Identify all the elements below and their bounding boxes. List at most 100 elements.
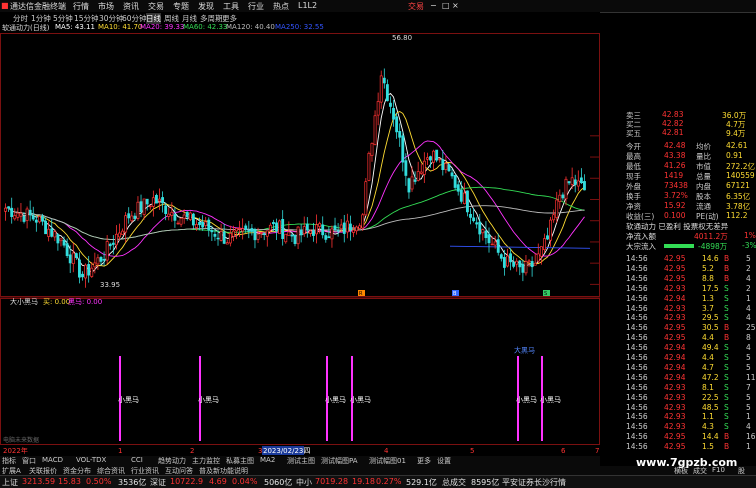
candle-body[interactable]: [475, 222, 479, 225]
candle-body[interactable]: [158, 198, 161, 202]
candle-body[interactable]: [216, 237, 220, 240]
indicator-tab[interactable]: CCI: [131, 456, 143, 464]
candle-body[interactable]: [536, 253, 540, 262]
candle-body[interactable]: [198, 222, 201, 226]
candle-body[interactable]: [50, 228, 54, 237]
candle-body[interactable]: [315, 224, 318, 235]
candle-body[interactable]: [376, 101, 380, 116]
candle-body[interactable]: [336, 230, 340, 232]
candle-body[interactable]: [281, 219, 285, 239]
candle-body[interactable]: [438, 158, 442, 161]
candle-body[interactable]: [210, 230, 214, 233]
candle-body[interactable]: [7, 206, 11, 209]
candle-body[interactable]: [225, 242, 229, 245]
candle-body[interactable]: [558, 194, 562, 202]
candle-body[interactable]: [231, 230, 235, 237]
candle-body[interactable]: [139, 201, 143, 213]
candle-body[interactable]: [509, 253, 512, 263]
candle-body[interactable]: [53, 231, 57, 238]
candle-body[interactable]: [284, 233, 288, 243]
candle-body[interactable]: [81, 273, 84, 278]
candle-body[interactable]: [361, 214, 365, 229]
candle-body[interactable]: [401, 135, 405, 163]
indicator-tab[interactable]: 私募主图: [226, 456, 254, 466]
candle-body[interactable]: [502, 257, 506, 268]
candle-body[interactable]: [512, 261, 516, 267]
candle-body[interactable]: [524, 261, 528, 274]
sh-index-name[interactable]: 上证: [2, 477, 18, 488]
candle-body[interactable]: [364, 181, 368, 216]
candle-body[interactable]: [59, 238, 63, 242]
candle-body[interactable]: [244, 225, 248, 231]
candle-body[interactable]: [22, 215, 26, 222]
candle-body[interactable]: [321, 224, 325, 236]
indicator-tab[interactable]: 指标: [2, 456, 16, 466]
candle-body[interactable]: [407, 178, 411, 193]
candle-body[interactable]: [441, 159, 445, 170]
candle-body[interactable]: [570, 177, 574, 185]
candle-body[interactable]: [268, 224, 272, 231]
candle-body[interactable]: [105, 241, 109, 261]
candle-body[interactable]: [256, 233, 260, 240]
minimize-button[interactable]: −: [430, 1, 437, 10]
menu-topic[interactable]: 专题: [173, 1, 189, 12]
candle-body[interactable]: [539, 246, 543, 257]
candle-body[interactable]: [543, 238, 546, 250]
candle-body[interactable]: [161, 197, 165, 204]
candle-body[interactable]: [25, 208, 29, 221]
candle-body[interactable]: [398, 131, 402, 138]
candle-body[interactable]: [207, 219, 211, 231]
candle-body[interactable]: [435, 149, 439, 161]
candle-body[interactable]: [265, 230, 269, 237]
candle-body[interactable]: [262, 233, 266, 235]
candle-body[interactable]: [213, 233, 217, 237]
candle-body[interactable]: [93, 262, 97, 268]
candle-body[interactable]: [342, 222, 346, 234]
candle-body[interactable]: [308, 230, 312, 234]
candle-body[interactable]: [278, 220, 282, 234]
candle-body[interactable]: [404, 160, 408, 176]
candle-body[interactable]: [324, 235, 328, 240]
candle-body[interactable]: [179, 217, 183, 225]
candle-body[interactable]: [499, 254, 503, 259]
indicator-tab[interactable]: VOL-TDX: [76, 456, 106, 464]
candle-body[interactable]: [142, 198, 146, 215]
candle-body[interactable]: [583, 181, 586, 191]
candle-body[interactable]: [191, 213, 195, 226]
candle-body[interactable]: [102, 259, 106, 261]
candle-body[interactable]: [379, 75, 383, 103]
candle-body[interactable]: [13, 215, 17, 220]
candle-body[interactable]: [469, 213, 472, 218]
candle-body[interactable]: [447, 164, 451, 172]
candle-body[interactable]: [530, 261, 534, 268]
candle-body[interactable]: [573, 179, 577, 185]
candle-body[interactable]: [68, 254, 72, 264]
close-button[interactable]: ×: [452, 1, 459, 10]
candle-body[interactable]: [4, 207, 7, 212]
candle-body[interactable]: [296, 226, 300, 245]
candle-body[interactable]: [466, 190, 469, 213]
candle-body[interactable]: [425, 157, 429, 160]
candle-body[interactable]: [16, 212, 20, 218]
candle-body[interactable]: [333, 225, 337, 230]
candle-body[interactable]: [253, 229, 257, 241]
candle-body[interactable]: [472, 217, 476, 222]
candle-body[interactable]: [422, 160, 426, 175]
menu-hot[interactable]: 热点: [273, 1, 289, 12]
indicator-tab[interactable]: 趋势动力: [158, 456, 186, 466]
candle-body[interactable]: [155, 195, 158, 204]
indicator-tab[interactable]: 测试幅图PA: [321, 456, 358, 466]
candle-body[interactable]: [518, 260, 522, 268]
candle-body[interactable]: [275, 222, 278, 232]
candle-body[interactable]: [416, 171, 420, 181]
candle-body[interactable]: [222, 231, 226, 244]
indicator-tab[interactable]: 窗口: [22, 456, 36, 466]
indicator-tab[interactable]: 主力监控: [192, 456, 220, 466]
candle-body[interactable]: [382, 77, 386, 84]
candle-body[interactable]: [121, 230, 124, 235]
candle-body[interactable]: [219, 231, 223, 241]
trade-button[interactable]: 交易: [408, 1, 424, 12]
candle-body[interactable]: [164, 205, 168, 214]
candle-body[interactable]: [188, 212, 192, 220]
candle-body[interactable]: [78, 259, 81, 278]
